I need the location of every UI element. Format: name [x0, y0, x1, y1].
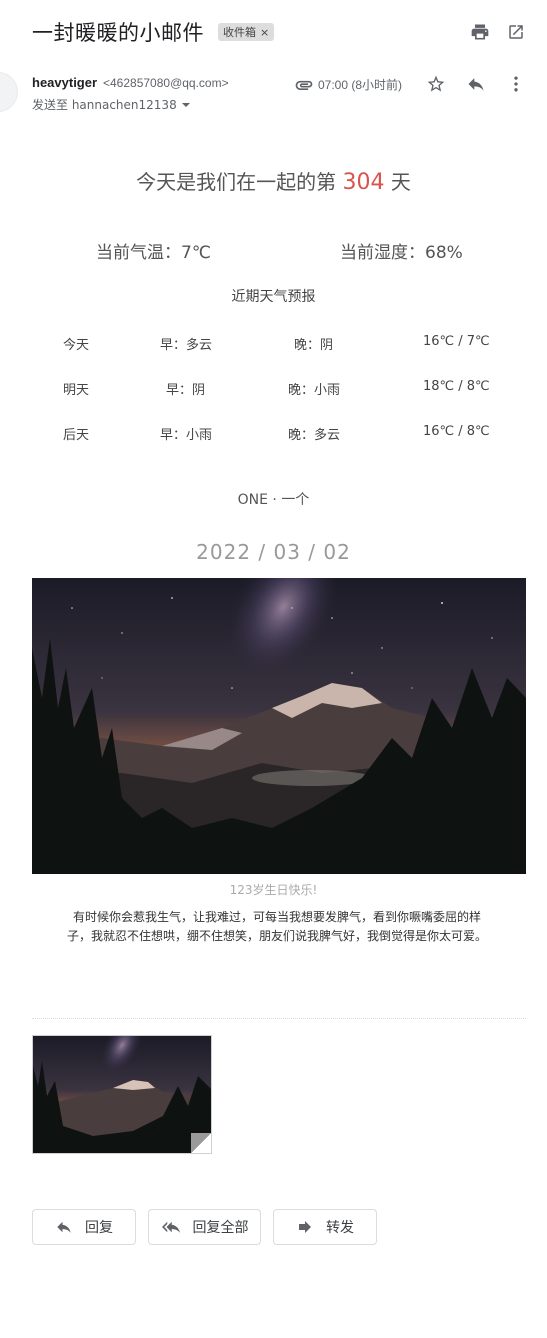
- forecast-temp-range: 18℃ / 8℃: [423, 379, 490, 394]
- forecast-day: 明天: [63, 383, 90, 398]
- current-temperature: 当前气温：7℃: [96, 243, 211, 263]
- days-together-prefix: 今天是我们在一起的第: [136, 170, 343, 194]
- attachment-thumbnail[interactable]: [32, 1035, 212, 1154]
- one-section-title: ONE · 一个: [237, 492, 310, 508]
- forecast-evening: 晚：小雨: [288, 383, 341, 398]
- reply-button-label: 回复: [85, 1220, 113, 1236]
- forecast-row: 今天 早：多云 晚：阴 16℃ / 7℃: [0, 334, 547, 354]
- forecast-temp-range: 16℃ / 8℃: [423, 424, 490, 439]
- forecast-row: 明天 早：阴 晚：小雨 18℃ / 8℃: [0, 379, 547, 399]
- reply-all-button[interactable]: 回复全部: [148, 1209, 261, 1245]
- attachment-divider: [32, 1018, 526, 1019]
- inbox-label-chip[interactable]: 收件箱 ×: [218, 23, 275, 41]
- reply-button[interactable]: 回复: [32, 1209, 136, 1245]
- night-sky-photo: [32, 578, 526, 874]
- forecast-temp-range: 16℃ / 7℃: [423, 334, 490, 349]
- reply-all-icon: [161, 1221, 180, 1233]
- sender-email: <462857080@qq.com>: [103, 76, 229, 90]
- forecast-morning: 早：阴: [166, 383, 206, 398]
- email-time: 07:00 (8小时前): [318, 78, 403, 92]
- print-icon[interactable]: [468, 20, 492, 44]
- recipient-line[interactable]: 发送至 hannachen12138: [32, 96, 191, 113]
- reply-icon[interactable]: [464, 72, 488, 96]
- remove-label-icon[interactable]: ×: [260, 26, 269, 39]
- days-together-suffix: 天: [384, 170, 411, 194]
- inbox-label-text: 收件箱: [223, 26, 256, 39]
- current-humidity: 当前湿度：68%: [340, 243, 463, 263]
- sender-name[interactable]: heavytiger: [32, 75, 97, 90]
- one-date: 2022 / 03 / 02: [196, 540, 351, 564]
- forward-button-label: 转发: [326, 1220, 354, 1236]
- forecast-evening: 晚：多云: [288, 428, 341, 443]
- attachment-icon: [292, 73, 316, 97]
- forecast-day: 后天: [63, 428, 90, 443]
- days-together-line: 今天是我们在一起的第 304 天: [0, 166, 547, 195]
- sender-avatar: [0, 72, 18, 112]
- daily-quote: 有时候你会惹我生气，让我难过，可每当我想要发脾气，看到你噘嘴委屈的样子，我就忍不…: [66, 910, 487, 943]
- star-icon[interactable]: [424, 72, 448, 96]
- page-fold-icon: [191, 1133, 211, 1153]
- forward-icon: [299, 1221, 311, 1233]
- email-subject: 一封暖暖的小邮件: [32, 21, 204, 45]
- more-vert-icon[interactable]: [504, 72, 528, 96]
- open-in-new-window-icon[interactable]: [504, 20, 528, 44]
- days-together-count: 304: [342, 170, 385, 195]
- forecast-title: 近期天气预报: [231, 289, 316, 305]
- recipient-text: 发送至 hannachen12138: [32, 98, 177, 112]
- forward-button[interactable]: 转发: [273, 1209, 377, 1245]
- forecast-morning: 早：小雨: [160, 428, 213, 443]
- forecast-morning: 早：多云: [160, 338, 213, 353]
- forecast-evening: 晚：阴: [294, 338, 334, 353]
- forecast-row: 后天 早：小雨 晚：多云 16℃ / 8℃: [0, 424, 547, 444]
- forecast-day: 今天: [63, 338, 90, 353]
- reply-icon: [57, 1221, 71, 1233]
- chevron-down-icon[interactable]: [181, 100, 191, 110]
- photo-caption: 123岁生日快乐!: [229, 883, 318, 897]
- reply-all-button-label: 回复全部: [192, 1220, 249, 1236]
